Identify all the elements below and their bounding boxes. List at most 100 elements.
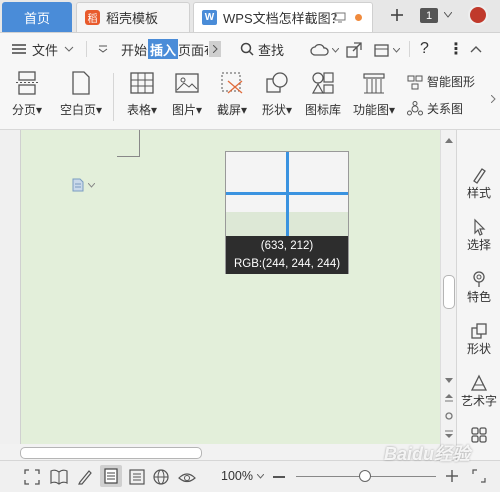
page-view-button[interactable]: [100, 465, 122, 487]
menu-bar: 文件 开始 插入 页面布 查找 ? ⋮: [0, 33, 500, 65]
blank-page-button[interactable]: 空白页▾: [56, 71, 106, 118]
tab-page-layout-label: 页面布: [178, 42, 208, 58]
fullscreen-icon[interactable]: [24, 469, 40, 485]
help-icon[interactable]: ?: [420, 33, 429, 65]
feature-panel-button[interactable]: 特色: [457, 270, 500, 305]
zoom-slider-thumb[interactable]: [359, 470, 371, 482]
zoom-level: 100%: [221, 469, 253, 483]
screenshot-label: 截屏: [216, 103, 241, 117]
smart-graphic-label: 智能图形: [427, 75, 476, 89]
eye-protection-icon[interactable]: [178, 469, 196, 485]
tab-document-label: WPS文档怎样截图？: [223, 11, 344, 26]
icon-library-icon: [311, 72, 334, 94]
picture-icon: [175, 73, 199, 93]
cursor-icon: [474, 218, 486, 236]
chevron-down-icon: [64, 46, 74, 52]
feature-panel-label: 特色: [466, 290, 491, 304]
page-corner-mark: [117, 130, 140, 157]
paragraph-format-handle[interactable]: [72, 178, 95, 192]
window-count-badge[interactable]: 1: [420, 8, 438, 23]
avatar[interactable]: [468, 5, 488, 25]
picture-label: 图片: [171, 103, 196, 117]
zoom-in-plus-icon[interactable]: [446, 470, 458, 482]
baidu-watermark: Baidu经验: [384, 444, 471, 464]
smart-graphic-button[interactable]: 智能图形: [407, 73, 475, 90]
share-icon[interactable]: [346, 42, 362, 58]
browse-object-icon[interactable]: [445, 412, 453, 420]
vertical-scrollbar[interactable]: [440, 130, 457, 460]
tab-template-label: 稻壳模板: [106, 11, 159, 26]
style-panel-button[interactable]: 样式: [457, 166, 500, 201]
picture-button[interactable]: 图片▾: [167, 71, 207, 118]
tab-start[interactable]: 开始: [121, 33, 147, 65]
shape-panel-button[interactable]: 形状: [457, 322, 500, 357]
page-break-label: 分页: [11, 103, 36, 117]
icon-library-button[interactable]: 图标库: [303, 71, 343, 118]
quick-access-dropdown-icon[interactable]: [98, 45, 108, 53]
scroll-up-arrow-icon[interactable]: [445, 138, 453, 143]
shape-button[interactable]: 形状▾: [257, 71, 297, 118]
table-button[interactable]: 表格▾: [122, 71, 162, 118]
chevron-down-icon: [88, 182, 95, 188]
collapse-ribbon-icon[interactable]: [470, 45, 482, 53]
function-chart-label: 功能图: [352, 103, 389, 117]
file-menu-button[interactable]: 文件: [12, 33, 74, 65]
search-button[interactable]: 查找: [240, 33, 284, 65]
document-format-icon: [72, 178, 84, 192]
screen-icon[interactable]: [334, 12, 346, 23]
zoom-out-button[interactable]: [273, 476, 285, 478]
shape-icon: [266, 72, 288, 93]
function-chart-button[interactable]: 功能图▾: [350, 71, 398, 118]
ribbon-toolbar: 分页▾ 空白页▾ 表格▾ 图片▾ 截屏▾ 形状▾ 图标库 功能图▾ 智能图形 关…: [0, 65, 500, 130]
cursor-rgb-value: RGB:(244, 244, 244): [233, 258, 341, 270]
tab-start-label: 开始: [121, 42, 148, 58]
export-icon[interactable]: [374, 42, 390, 58]
page-view-icon: [104, 468, 118, 484]
chevron-down-icon[interactable]: [393, 48, 400, 53]
document-canvas[interactable]: [0, 130, 440, 460]
prev-page-icon[interactable]: [445, 394, 453, 402]
read-mode-book-icon[interactable]: [50, 469, 68, 485]
tab-bar: 首页 稻 稻壳模板 W WPS文档怎样截图？ 1: [0, 0, 500, 33]
menu-scroll-right-button[interactable]: [209, 41, 221, 57]
next-page-icon[interactable]: [445, 430, 453, 438]
blank-page-label: 空白页: [59, 103, 96, 117]
crosshair-vertical: [286, 152, 289, 236]
fit-window-icon[interactable]: [472, 469, 486, 483]
chevron-down-icon[interactable]: [444, 12, 452, 18]
zoom-level-dropdown[interactable]: 100%: [221, 469, 264, 483]
select-panel-button[interactable]: 选择: [457, 218, 500, 253]
blank-page-icon: [72, 71, 90, 95]
new-tab-plus-icon[interactable]: [390, 8, 404, 22]
art-text-panel-button[interactable]: 艺术字: [457, 374, 500, 409]
tab-insert[interactable]: 插入: [148, 39, 179, 59]
tab-page-layout[interactable]: 页面布: [178, 33, 208, 65]
wps-writer-icon: W: [202, 10, 217, 25]
screenshot-button[interactable]: 截屏▾: [212, 71, 252, 118]
grid-apps-icon: [471, 427, 487, 443]
page-break-button[interactable]: 分页▾: [10, 71, 44, 118]
relation-graph-button[interactable]: 关系图: [407, 100, 463, 117]
page-break-icon: [16, 71, 38, 95]
web-view-globe-icon[interactable]: [153, 469, 169, 485]
horizontal-scrollbar[interactable]: [0, 444, 440, 460]
more-options-icon[interactable]: ⋮: [448, 33, 464, 65]
left-margin-strip: [0, 130, 21, 460]
ribbon-scroll-right-button[interactable]: [487, 87, 499, 111]
pen-icon[interactable]: [77, 469, 93, 485]
scroll-down-arrow-icon[interactable]: [445, 378, 453, 383]
window-count: 1: [425, 9, 433, 22]
vertical-scroll-thumb[interactable]: [443, 275, 455, 309]
chevron-down-icon[interactable]: [332, 48, 339, 53]
pin-icon: [473, 271, 485, 287]
screenshot-magnifier: (633, 212) RGB:(244, 244, 244): [225, 151, 349, 274]
tab-document[interactable]: W WPS文档怎样截图？: [193, 2, 373, 32]
outline-view-icon[interactable]: [129, 469, 145, 485]
horizontal-scroll-thumb[interactable]: [20, 447, 202, 459]
relation-graph-label: 关系图: [427, 102, 464, 116]
tab-home-label: 首页: [23, 10, 50, 26]
table-label: 表格: [126, 103, 151, 117]
tab-home[interactable]: 首页: [2, 2, 72, 32]
cloud-icon[interactable]: [310, 43, 330, 57]
tab-template[interactable]: 稻 稻壳模板: [76, 2, 190, 32]
